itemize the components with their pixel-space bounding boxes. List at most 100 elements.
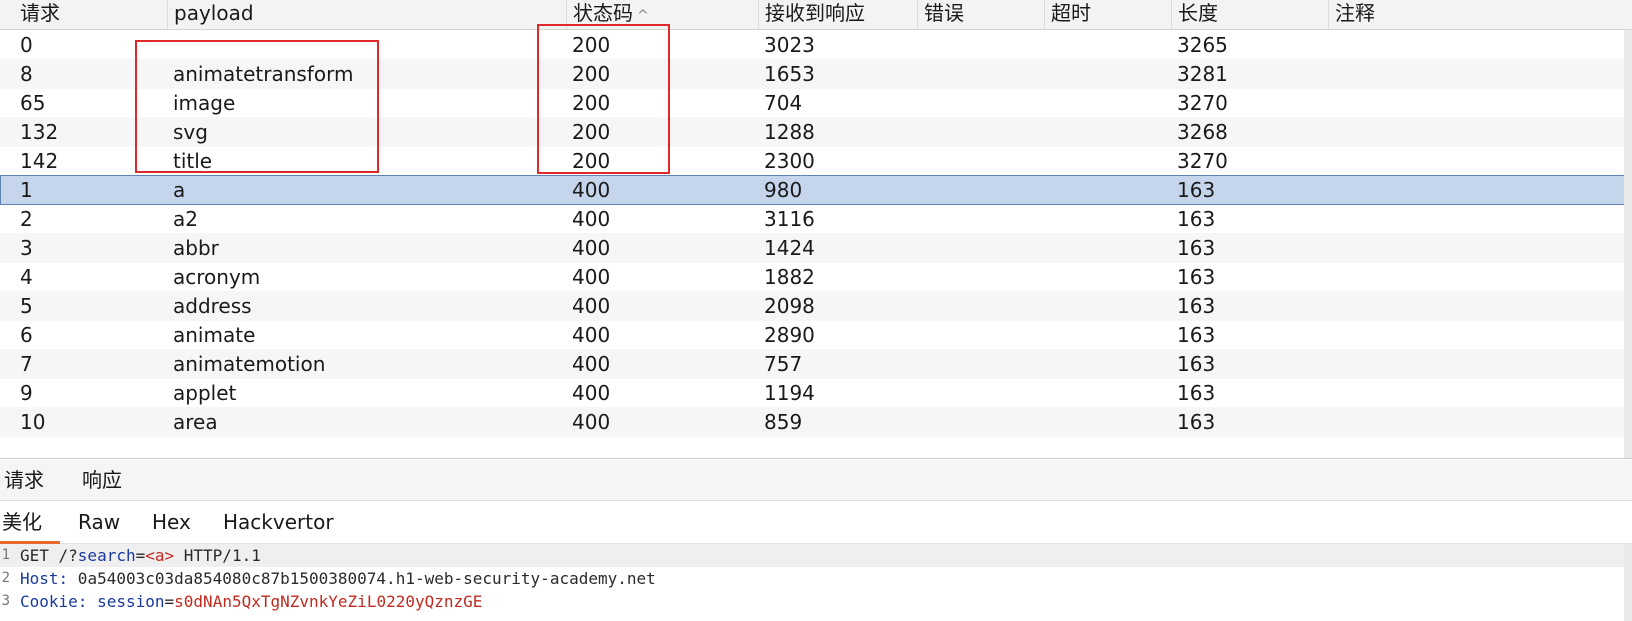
equals-sign: =	[164, 592, 175, 611]
cell-req: 8	[20, 62, 33, 86]
cell-resp: 980	[764, 178, 803, 202]
cell-status: 400	[572, 265, 611, 289]
cell-resp: 1424	[764, 236, 815, 260]
column-header-timeout[interactable]: 超时	[1044, 0, 1172, 29]
cell-resp: 2098	[764, 294, 815, 318]
cell-status: 400	[572, 236, 611, 260]
table-row[interactable]: 10 area 400 859 163	[0, 407, 1632, 437]
tab-raw[interactable]: Raw	[78, 501, 120, 541]
cell-len: 163	[1177, 207, 1216, 231]
table-header: 请求 payload 状态码 ^ 接收到响应 错误 超时 长度 注释	[0, 0, 1632, 30]
column-header-length[interactable]: 长度	[1171, 0, 1329, 29]
header-value-host: 0a54003c03da854080c87b1500380074.h1-web-…	[68, 569, 656, 588]
cookie-value: s0dNAn5QxTgNZvnkYeZiL0220yQznzGE	[174, 592, 483, 611]
table-row[interactable]: 3 abbr 400 1424 163	[0, 233, 1632, 263]
cell-resp: 2890	[764, 323, 815, 347]
table-row[interactable]: 1 a 400 980 163	[0, 175, 1632, 205]
request-response-tabs: 请求 响应	[0, 460, 1632, 501]
request-method: GET /?	[20, 546, 78, 565]
table-row[interactable]: 9 applet 400 1194 163	[0, 378, 1632, 408]
table-scrollbar[interactable]	[1624, 30, 1632, 458]
cell-status: 400	[572, 352, 611, 376]
query-param-value: <a>	[145, 546, 175, 565]
cell-resp: 2300	[764, 149, 815, 173]
cell-resp: 3023	[764, 33, 815, 57]
tab-hex[interactable]: Hex	[152, 501, 191, 541]
cell-len: 163	[1177, 352, 1216, 376]
column-label: 超时	[1051, 1, 1091, 25]
cell-len: 163	[1177, 236, 1216, 260]
cell-payload: animate	[173, 323, 256, 347]
table-row[interactable]: 7 animatemotion 400 757 163	[0, 349, 1632, 379]
tab-request[interactable]: 请求	[4, 460, 44, 500]
cell-payload: a	[173, 178, 186, 202]
cell-req: 7	[20, 352, 33, 376]
query-param-name: search	[77, 546, 136, 565]
cell-payload: animatemotion	[173, 352, 326, 376]
cell-status: 400	[572, 381, 611, 405]
cell-resp: 704	[764, 91, 803, 115]
cell-len: 163	[1177, 381, 1216, 405]
column-label: 错误	[924, 1, 964, 25]
cell-payload: abbr	[173, 236, 219, 260]
sort-ascending-icon[interactable]: ^	[637, 8, 649, 24]
cell-status: 400	[572, 294, 611, 318]
table-row[interactable]: 6 animate 400 2890 163	[0, 320, 1632, 350]
cell-status: 400	[572, 178, 611, 202]
cell-req: 4	[20, 265, 33, 289]
table-row[interactable]: 4 acronym 400 1882 163	[0, 262, 1632, 292]
tab-pretty[interactable]: 美化	[0, 501, 60, 544]
cell-len: 3270	[1177, 149, 1228, 173]
cell-len: 3281	[1177, 62, 1228, 86]
column-label: 注释	[1335, 1, 1375, 25]
cell-resp: 1653	[764, 62, 815, 86]
results-table: 请求 payload 状态码 ^ 接收到响应 错误 超时 长度 注释 0 200 30…	[0, 0, 1632, 459]
editor-line: 1 GET /?search=<a> HTTP/1.1	[0, 544, 1632, 567]
cell-resp: 1288	[764, 120, 815, 144]
cell-len: 163	[1177, 178, 1216, 202]
cell-len: 3270	[1177, 91, 1228, 115]
cell-payload: applet	[173, 381, 237, 405]
cell-len: 163	[1177, 410, 1216, 434]
editor-line: 3 Cookie: session=s0dNAn5QxTgNZvnkYeZiL0…	[0, 590, 1632, 613]
editor-scrollbar[interactable]	[1624, 544, 1632, 621]
cell-req: 3	[20, 236, 33, 260]
cell-resp: 1882	[764, 265, 815, 289]
cell-status: 400	[572, 323, 611, 347]
line-number: 3	[1, 593, 10, 609]
cell-len: 3265	[1177, 33, 1228, 57]
status-highlight-box	[537, 24, 670, 174]
equals-sign: =	[135, 546, 146, 565]
cell-req: 5	[20, 294, 33, 318]
column-label: payload	[174, 1, 254, 25]
cell-req: 1	[20, 178, 33, 202]
editor-line: 2 Host: 0a54003c03da854080c87b1500380074…	[0, 567, 1632, 590]
table-row[interactable]: 2 a2 400 3116 163	[0, 204, 1632, 234]
cell-resp: 859	[764, 410, 803, 434]
line-number: 2	[1, 570, 10, 586]
cell-req: 6	[20, 323, 33, 347]
cell-req: 9	[20, 381, 33, 405]
tab-hackvertor[interactable]: Hackvertor	[223, 501, 334, 541]
cell-payload: a2	[173, 207, 198, 231]
tab-response[interactable]: 响应	[82, 460, 122, 500]
cell-len: 163	[1177, 323, 1216, 347]
column-header-payload[interactable]: payload	[167, 0, 566, 29]
cell-req: 2	[20, 207, 33, 231]
column-header-comment[interactable]: 注释	[1328, 0, 1632, 29]
request-editor[interactable]: 1 GET /?search=<a> HTTP/1.1 2 Host: 0a54…	[0, 544, 1632, 621]
column-label: 请求	[20, 1, 60, 25]
http-version: HTTP/1.1	[174, 546, 261, 565]
column-header-request[interactable]: 请求	[14, 0, 169, 29]
cell-status: 400	[572, 410, 611, 434]
column-header-error[interactable]: 错误	[917, 0, 1045, 29]
header-key-cookie: Cookie:	[20, 592, 88, 611]
cell-len: 163	[1177, 294, 1216, 318]
table-row[interactable]: 5 address 400 2098 163	[0, 291, 1632, 321]
payload-highlight-box	[135, 40, 379, 173]
header-key-host: Host:	[20, 569, 69, 588]
column-label: 长度	[1178, 1, 1218, 25]
column-header-response-received[interactable]: 接收到响应	[758, 0, 918, 29]
cell-req: 65	[20, 91, 46, 115]
cell-len: 163	[1177, 265, 1216, 289]
